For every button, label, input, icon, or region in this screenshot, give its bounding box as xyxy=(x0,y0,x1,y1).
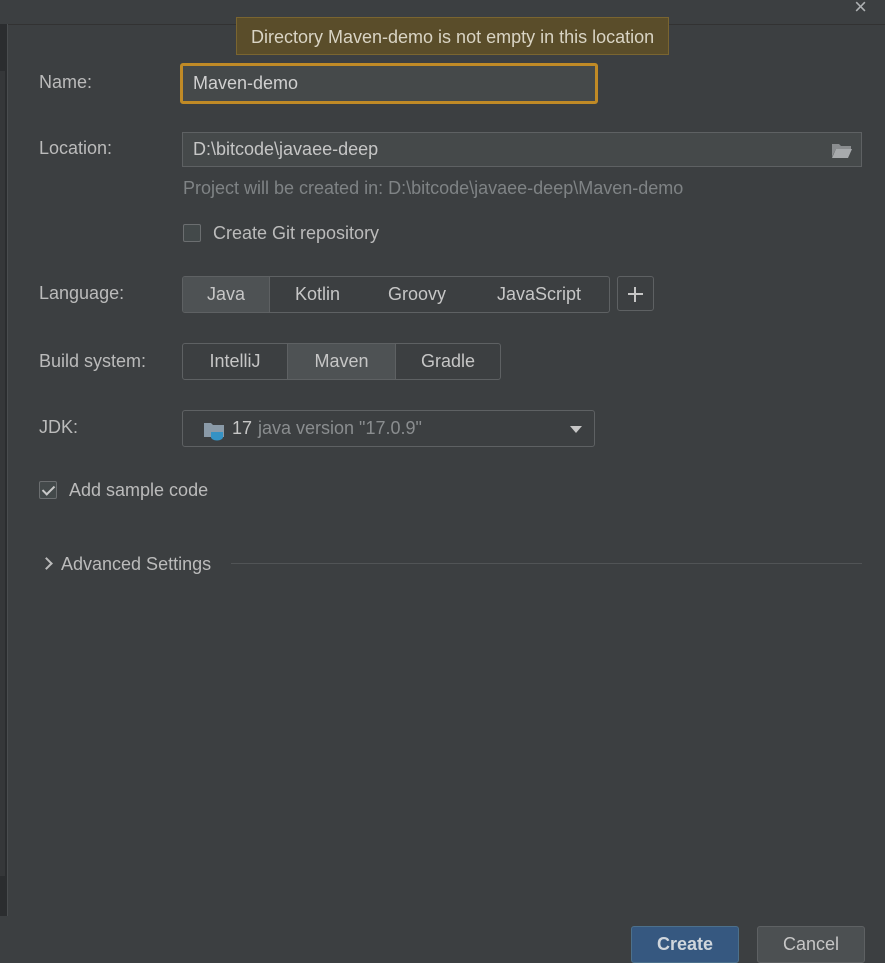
name-input[interactable]: Maven-demo xyxy=(180,63,598,104)
advanced-settings-label: Advanced Settings xyxy=(61,554,212,574)
advanced-settings-toggle[interactable]: Advanced Settings xyxy=(39,551,862,577)
git-checkbox[interactable] xyxy=(183,224,201,242)
jdk-detail: java version "17.0.9" xyxy=(258,418,422,438)
build-system-segmented-control: IntelliJ Maven Gradle xyxy=(182,343,501,380)
location-label: Location: xyxy=(39,138,113,158)
location-hint: Project will be created in: D:\bitcode\j… xyxy=(183,178,684,198)
language-option-javascript[interactable]: JavaScript xyxy=(469,277,609,312)
language-segmented-control: Java Kotlin Groovy JavaScript xyxy=(182,276,610,313)
folder-open-icon[interactable] xyxy=(831,141,853,159)
language-option-kotlin[interactable]: Kotlin xyxy=(270,277,365,312)
location-value: D:\bitcode\javaee-deep xyxy=(193,139,379,159)
build-option-maven[interactable]: Maven xyxy=(287,344,396,379)
sample-code-label[interactable]: Add sample code xyxy=(69,480,208,501)
left-panel-edge xyxy=(0,24,8,916)
new-project-dialog: × Directory Maven-demo is not empty in t… xyxy=(0,0,885,963)
chevron-down-icon xyxy=(570,426,582,433)
jdk-label: JDK: xyxy=(39,417,79,437)
plus-icon[interactable] xyxy=(617,276,654,311)
left-panel-scroll xyxy=(0,71,5,876)
jdk-folder-icon xyxy=(204,423,224,441)
sample-code-checkbox[interactable] xyxy=(39,481,57,499)
language-option-groovy[interactable]: Groovy xyxy=(365,277,469,312)
chevron-right-icon xyxy=(40,557,53,570)
build-system-label: Build system: xyxy=(39,351,147,371)
language-label: Language: xyxy=(39,283,125,303)
build-option-intellij[interactable]: IntelliJ xyxy=(183,344,287,379)
close-icon[interactable]: × xyxy=(854,0,867,18)
location-input[interactable]: D:\bitcode\javaee-deep xyxy=(182,132,862,167)
create-button[interactable]: Create xyxy=(631,926,739,963)
validation-tooltip: Directory Maven-demo is not empty in thi… xyxy=(236,17,670,55)
jdk-version: 17 xyxy=(232,418,253,438)
language-option-java[interactable]: Java xyxy=(183,277,270,312)
cancel-button[interactable]: Cancel xyxy=(757,926,865,963)
name-label: Name: xyxy=(39,72,93,92)
jdk-dropdown[interactable]: 17 java version "17.0.9" xyxy=(182,410,595,447)
git-label[interactable]: Create Git repository xyxy=(213,223,379,244)
divider xyxy=(231,563,862,564)
build-option-gradle[interactable]: Gradle xyxy=(396,344,500,379)
